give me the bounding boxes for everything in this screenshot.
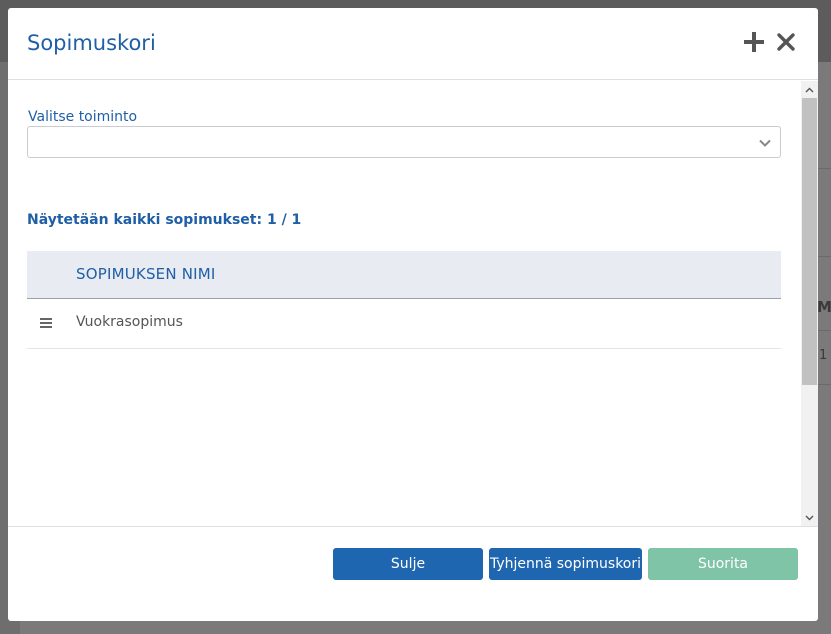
result-count-text: Näytetään kaikki sopimukset: 1 / 1 bbox=[27, 212, 302, 228]
background-divider bbox=[818, 168, 831, 169]
clear-basket-button[interactable]: Tyhjennä sopimuskori bbox=[489, 548, 642, 580]
background-divider bbox=[818, 384, 831, 385]
action-select[interactable] bbox=[27, 126, 781, 158]
modal-body: Valitse toiminto Näytetään kaikki sopimu… bbox=[8, 81, 801, 526]
background-cell-fragment: 1 bbox=[819, 348, 828, 363]
scroll-down-arrow-icon[interactable] bbox=[801, 509, 818, 526]
scroll-up-arrow-icon[interactable] bbox=[801, 81, 818, 98]
action-select-label: Valitse toiminto bbox=[28, 109, 138, 125]
chevron-down-icon bbox=[759, 139, 771, 147]
modal-footer: Sulje Tyhjennä sopimuskori Suorita bbox=[8, 526, 818, 621]
background-column-header-fragment: M bbox=[817, 298, 831, 316]
contracts-table: SOPIMUKSEN NIMI Vuokrasopimus bbox=[27, 251, 781, 349]
modal-scrollbar[interactable] bbox=[801, 81, 818, 526]
background-divider bbox=[818, 256, 831, 257]
close-button[interactable]: Sulje bbox=[333, 548, 483, 580]
column-header-contract-name[interactable]: SOPIMUKSEN NIMI bbox=[76, 265, 216, 283]
table-row[interactable]: Vuokrasopimus bbox=[27, 299, 781, 349]
contract-name-cell: Vuokrasopimus bbox=[76, 314, 183, 330]
modal-header: Sopimuskori bbox=[8, 8, 818, 80]
scrollbar-thumb[interactable] bbox=[802, 98, 817, 385]
contract-basket-modal: Sopimuskori Valitse toiminto Näytetään k… bbox=[8, 8, 818, 621]
close-icon[interactable] bbox=[774, 30, 798, 54]
execute-button[interactable]: Suorita bbox=[648, 548, 798, 580]
plus-icon[interactable] bbox=[742, 30, 766, 54]
modal-title: Sopimuskori bbox=[27, 31, 156, 55]
background-divider bbox=[818, 330, 831, 331]
drag-handle-icon[interactable] bbox=[39, 316, 53, 330]
table-header: SOPIMUKSEN NIMI bbox=[27, 251, 781, 299]
